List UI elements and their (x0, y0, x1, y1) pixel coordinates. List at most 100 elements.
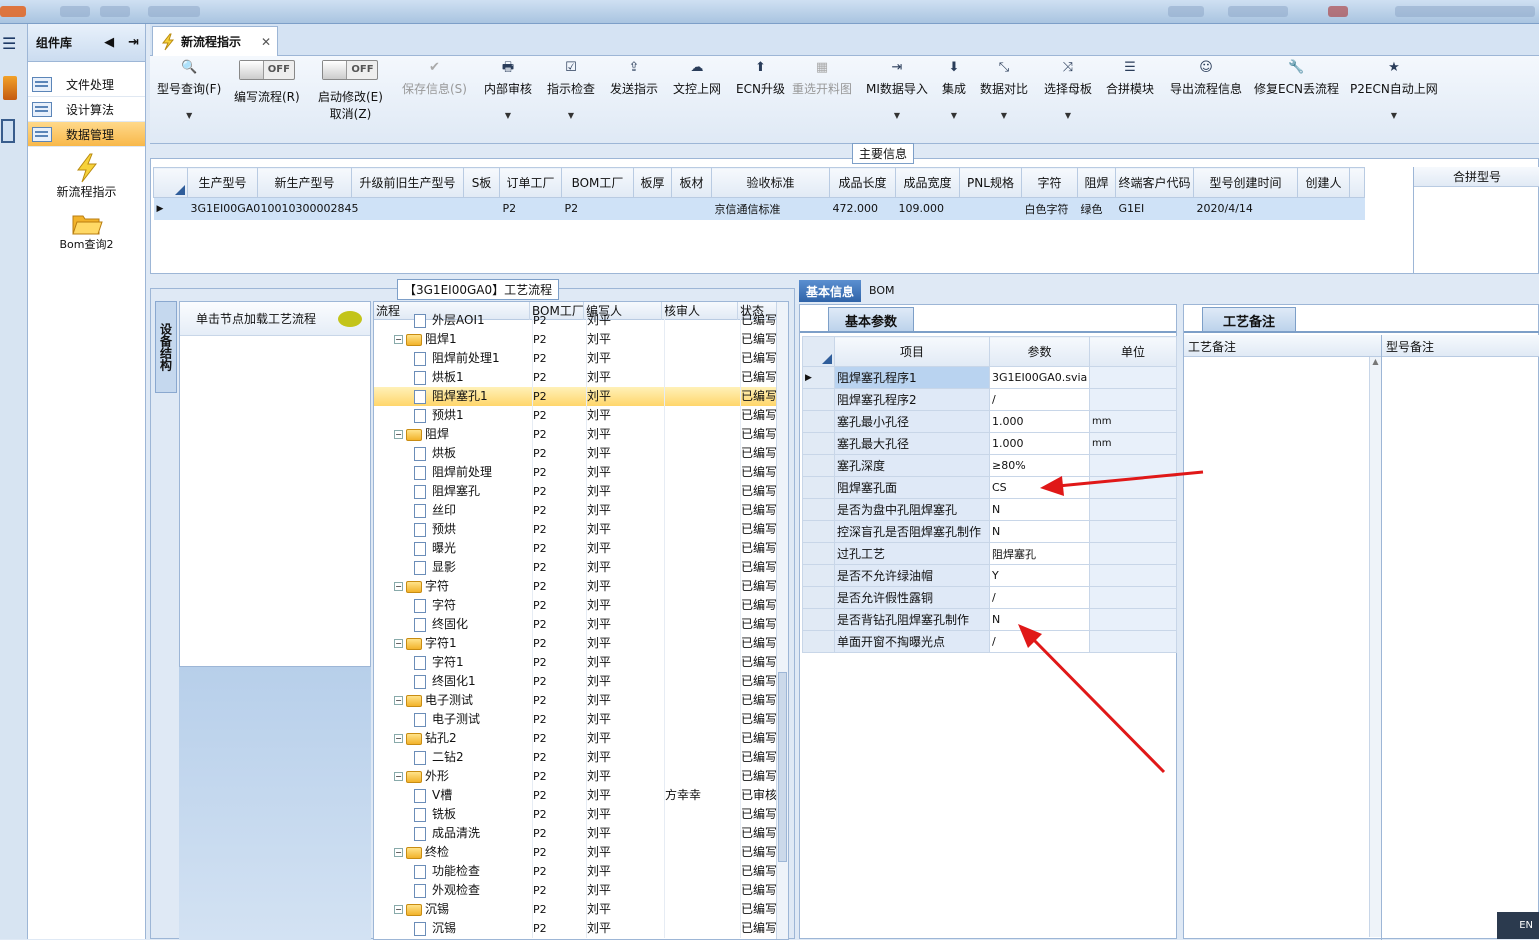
column-header[interactable]: 升级前旧生产型号 (351, 167, 464, 198)
tree-row[interactable]: 字符1 P2 刘平 已编写 (374, 653, 788, 672)
tab-device-structure[interactable]: 设备结构 (155, 301, 177, 393)
process-remarks-textarea[interactable]: ▲ (1184, 357, 1381, 937)
collapse-icon[interactable]: − (394, 335, 403, 344)
tree-node[interactable]: − 终检 (394, 843, 544, 862)
tree-node[interactable]: − 电子测试 (394, 691, 544, 710)
load-process-hint[interactable]: 单击节点加载工艺流程 (180, 302, 370, 336)
toolbar-button[interactable]: ✔ 保存信息(S) (402, 60, 467, 97)
table-cell[interactable] (960, 198, 1022, 220)
param-cell-param[interactable]: 3G1EI00GA0.svia (989, 366, 1090, 389)
table-cell[interactable]: P2 (562, 198, 634, 220)
tree-node[interactable]: − 字符1 (394, 634, 544, 653)
toolbar-button[interactable]: ⇪ 发送指示 (610, 60, 658, 97)
column-header[interactable]: 验收标准 (711, 167, 830, 198)
tree-row[interactable]: 成品清洗 P2 刘平 已编写 (374, 824, 788, 843)
column-header[interactable]: 板材 (671, 167, 712, 198)
column-header[interactable]: BOM工厂 (561, 167, 634, 198)
tree-row[interactable]: 预烘 P2 刘平 已编写 (374, 520, 788, 539)
row-indicator[interactable]: ▶ (802, 366, 835, 389)
param-row[interactable]: 阻焊塞孔面 CS (802, 476, 1177, 499)
param-cell-param[interactable]: 1.000 (989, 410, 1090, 433)
column-header-item[interactable]: 项目 (834, 336, 990, 367)
param-row[interactable]: 塞孔最大孔径 1.000 mm (802, 432, 1177, 455)
column-header[interactable]: PNL规格 (959, 167, 1022, 198)
tab-process-remarks[interactable]: 工艺备注 (1202, 307, 1297, 333)
tree-row[interactable]: 阻焊塞孔 P2 刘平 已编写 (374, 482, 788, 501)
toolbar-button[interactable]: ▦ 重选开料图 (792, 60, 852, 97)
bom-query-launcher[interactable]: Bom查询2 (28, 210, 145, 252)
app-icon[interactable] (3, 76, 17, 100)
tree-row[interactable]: 阻焊前处理1 P2 刘平 已编写 (374, 349, 788, 368)
table-cell[interactable]: 绿色 (1078, 198, 1116, 220)
param-cell-param[interactable]: / (989, 388, 1090, 411)
table-cell[interactable]: 109.000 (896, 198, 960, 220)
param-row[interactable]: ▶ 阻焊塞孔程序1 3G1EI00GA0.svia (802, 366, 1177, 389)
dropdown-arrow-icon[interactable]: ▼ (951, 111, 957, 120)
row-indicator[interactable] (802, 564, 835, 587)
dropdown-arrow-icon[interactable]: ▼ (1065, 111, 1071, 120)
tab-basic-params[interactable]: 基本参数 (828, 307, 915, 333)
toolbar-button[interactable]: 🔍 型号查询(F) ▼ (157, 60, 221, 120)
collapse-icon[interactable]: − (394, 430, 403, 439)
column-header[interactable]: 成品宽度 (895, 167, 960, 198)
library-item-design-algorithm[interactable]: 设计算法 (28, 97, 145, 122)
table-cell[interactable] (634, 198, 672, 220)
toolbar-button[interactable]: ⬆ ECN升级 (736, 60, 785, 97)
tree-row[interactable]: − 钻孔2 P2 刘平 已编写 (374, 729, 788, 748)
table-cell[interactable]: 2020/4/14 (1194, 198, 1298, 220)
column-header[interactable]: 终端客户代码 (1115, 167, 1194, 198)
tree-row[interactable]: 电子测试 P2 刘平 已编写 (374, 710, 788, 729)
tree-node[interactable]: − 阻焊 (394, 425, 544, 444)
table-cell[interactable]: G1EI (1116, 198, 1194, 220)
table-cell[interactable]: 京信通信标准 (712, 198, 830, 220)
tree-row[interactable]: 烘板1 P2 刘平 已编写 (374, 368, 788, 387)
toolbar-button[interactable]: OFF 启动修改(E) 取消(Z) (318, 60, 383, 122)
tree-row[interactable]: 沉锡 P2 刘平 已编写 (374, 919, 788, 938)
row-indicator[interactable] (802, 586, 835, 609)
column-header[interactable]: 创建人 (1297, 167, 1350, 198)
tree-row[interactable]: 阻焊前处理 P2 刘平 已编写 (374, 463, 788, 482)
row-indicator[interactable]: ▶ (154, 198, 188, 220)
scrollbar-thumb[interactable] (778, 672, 787, 862)
tree-row[interactable]: 烘板 P2 刘平 已编写 (374, 444, 788, 463)
param-cell-param[interactable]: Y (989, 564, 1090, 587)
scroll-up-icon[interactable]: ▲ (1369, 357, 1381, 937)
column-header[interactable]: 阻焊 (1077, 167, 1116, 198)
tab-basic-info[interactable]: 基本信息 (799, 280, 862, 302)
table-cell[interactable] (672, 198, 712, 220)
tree-row[interactable]: 外观检查 P2 刘平 已编写 (374, 881, 788, 900)
param-row[interactable]: 是否不允许绿油帽 Y (802, 564, 1177, 587)
param-cell-param[interactable]: N (989, 520, 1090, 543)
table-cell[interactable]: P2 (500, 198, 562, 220)
param-cell-param[interactable]: N (989, 498, 1090, 521)
tree-row[interactable]: 丝印 P2 刘平 已编写 (374, 501, 788, 520)
toolbar-button[interactable]: 🔧 修复ECN丢流程 (1254, 60, 1339, 97)
vertical-scrollbar[interactable] (776, 302, 788, 939)
tab-new-process-instruction[interactable]: 新流程指示 ✕ (152, 26, 278, 56)
tree-row[interactable]: V槽 P2 刘平 方幸幸 已审核 (374, 786, 788, 805)
toolbar-button-label[interactable]: 取消(Z) (330, 105, 372, 122)
tree-row[interactable]: 铣板 P2 刘平 已编写 (374, 805, 788, 824)
toolbar-button[interactable]: 🖶 内部审核 ▼ (484, 60, 532, 120)
tree-row[interactable]: 功能检查 P2 刘平 已编写 (374, 862, 788, 881)
tree-row[interactable]: 预烘1 P2 刘平 已编写 (374, 406, 788, 425)
table-cell[interactable] (352, 198, 464, 220)
toolbar-button[interactable]: ⇥ MI数据导入 ▼ (866, 60, 928, 120)
param-row[interactable]: 是否为盘中孔阻焊塞孔 N (802, 498, 1177, 521)
tree-row[interactable]: 字符 P2 刘平 已编写 (374, 596, 788, 615)
row-indicator[interactable] (802, 498, 835, 521)
tree-row[interactable]: 曝光 P2 刘平 已编写 (374, 539, 788, 558)
tree-node[interactable]: − 字符 (394, 577, 544, 596)
collapse-icon[interactable]: − (394, 772, 403, 781)
library-item-file-processing[interactable]: 文件处理 (28, 72, 145, 97)
tree-row[interactable]: 阻焊塞孔1 P2 刘平 已编写 (374, 387, 788, 406)
table-cell[interactable] (1298, 198, 1350, 220)
row-indicator[interactable] (802, 454, 835, 477)
param-row[interactable]: 单面开窗不掏曝光点 / (802, 630, 1177, 653)
param-cell-param[interactable]: ≥80% (989, 454, 1090, 477)
table-cell[interactable]: 472.000 (830, 198, 896, 220)
toolbar-button[interactable]: ☰ 合拼模块 (1106, 60, 1154, 97)
tree-row[interactable]: − 终检 P2 刘平 已编写 (374, 843, 788, 862)
collapse-icon[interactable]: − (394, 639, 403, 648)
row-indicator[interactable] (802, 630, 835, 653)
